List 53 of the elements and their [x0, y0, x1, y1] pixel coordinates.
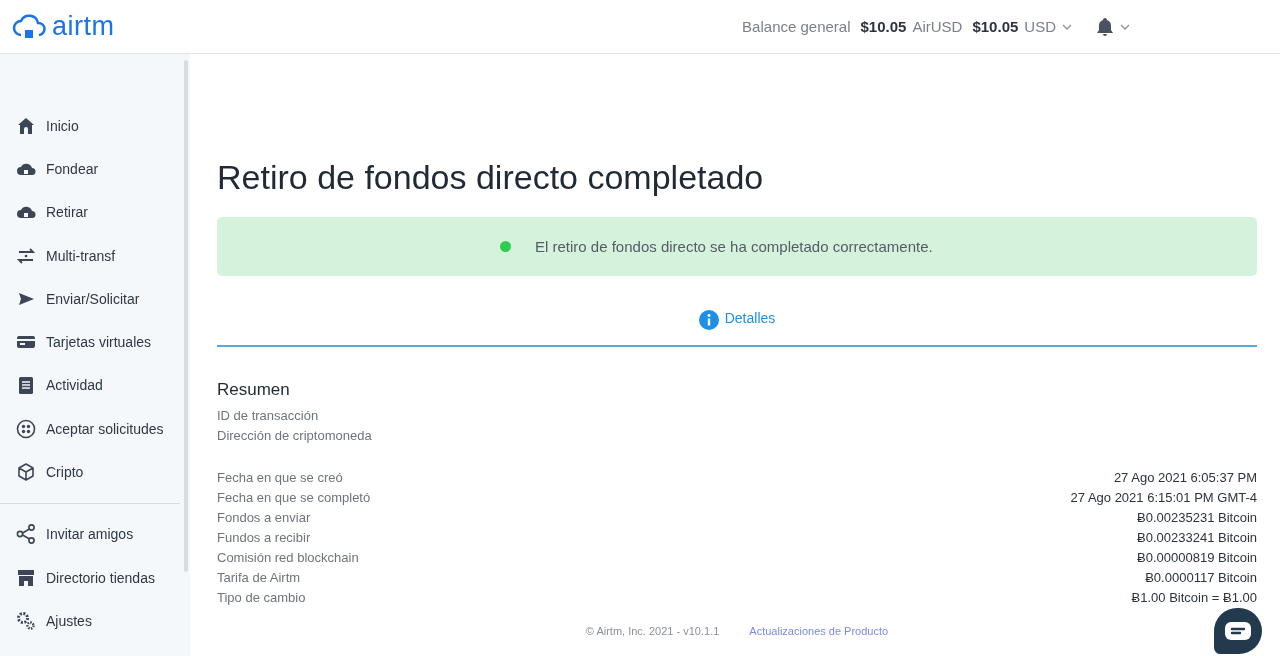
balance-label: Balance general	[742, 18, 851, 35]
chat-button[interactable]	[1214, 608, 1262, 654]
chat-icon	[1225, 622, 1251, 640]
copyright-text: © Airtm, Inc. 2021 - v10.1.1	[585, 625, 720, 637]
arrows-icon	[16, 245, 36, 266]
sidebar-item[interactable]: Fondear	[0, 147, 190, 191]
field-label: Dirección de criptomoneda	[217, 427, 373, 445]
field-label: Fecha en que se creó	[217, 469, 343, 487]
logo-text[interactable]: airtm	[52, 11, 115, 42]
bell-icon[interactable]	[1096, 16, 1114, 37]
field-label: ID de transacción	[217, 407, 320, 425]
field-label: Tipo de cambio	[217, 589, 306, 607]
sidebar-item[interactable]: Invitar amigos	[0, 512, 190, 556]
page-title: Retiro de fondos directo completado	[217, 158, 765, 197]
chevron-down-icon[interactable]	[1062, 23, 1072, 30]
field-value: Ƀ0.00233241 Bitcoin	[1137, 529, 1257, 547]
store-icon	[16, 567, 36, 588]
section-title: Resumen	[217, 380, 291, 400]
field-label: Fondos a enviar	[217, 509, 311, 527]
document-icon	[16, 375, 36, 396]
alert-message: El retiro de fondos directo se ha completado correctamente.	[535, 238, 933, 255]
field-value: 27 Ago 2021 6:05:37 PM	[1113, 469, 1257, 487]
gear-icon	[16, 610, 36, 631]
sidebar-item[interactable]: Enviar/Solicitar	[0, 277, 190, 321]
share-icon	[16, 524, 36, 545]
sidebar-item[interactable]: Aceptar solicitudes	[0, 407, 190, 451]
field-value: Ƀ0.0000117 Bitcoin	[1145, 569, 1257, 587]
sidebar-item[interactable]: Cripto	[0, 450, 190, 494]
circle-dots-icon	[16, 418, 36, 439]
sidebar-item[interactable]: Multi-transf	[0, 233, 190, 278]
balance-currency: AirUSD	[912, 18, 963, 35]
field-value: 27 Ago 2021 6:15:01 PM GMT-4	[1070, 489, 1257, 507]
info-icon	[698, 310, 719, 330]
sidebar-item[interactable]: Tarjetas virtuales	[0, 320, 190, 364]
sidebar-item[interactable]: Ajustes	[0, 599, 190, 643]
cloud-logo-icon	[12, 12, 48, 41]
balance-amount: $10.05	[860, 18, 907, 35]
chevron-down-icon[interactable]	[1120, 23, 1130, 30]
sidebar-item[interactable]: Retirar	[0, 190, 190, 234]
cube-icon	[16, 462, 36, 482]
field-label: Fecha en que se completó	[217, 489, 371, 507]
field-label: Comisión red blockchain	[217, 549, 359, 567]
balance-amount: $10.05	[972, 18, 1019, 35]
balance-currency: USD	[1024, 18, 1056, 35]
field-value: Ƀ1.00 Bitcoin = Ƀ1.00	[1131, 589, 1257, 607]
field-label: Tarifa de Airtm	[217, 569, 301, 587]
sidebar-item[interactable]: Directorio tiendas	[0, 555, 190, 600]
field-value: Ƀ0.00235231 Bitcoin	[1137, 509, 1257, 527]
sidebar-item[interactable]: Inicio	[0, 104, 190, 148]
home-icon	[16, 115, 36, 136]
field-label: Fundos a recibir	[217, 529, 311, 547]
field-value: Ƀ0.00000819 Bitcoin	[1137, 549, 1257, 567]
sidebar-item[interactable]: Actividad	[0, 363, 190, 408]
